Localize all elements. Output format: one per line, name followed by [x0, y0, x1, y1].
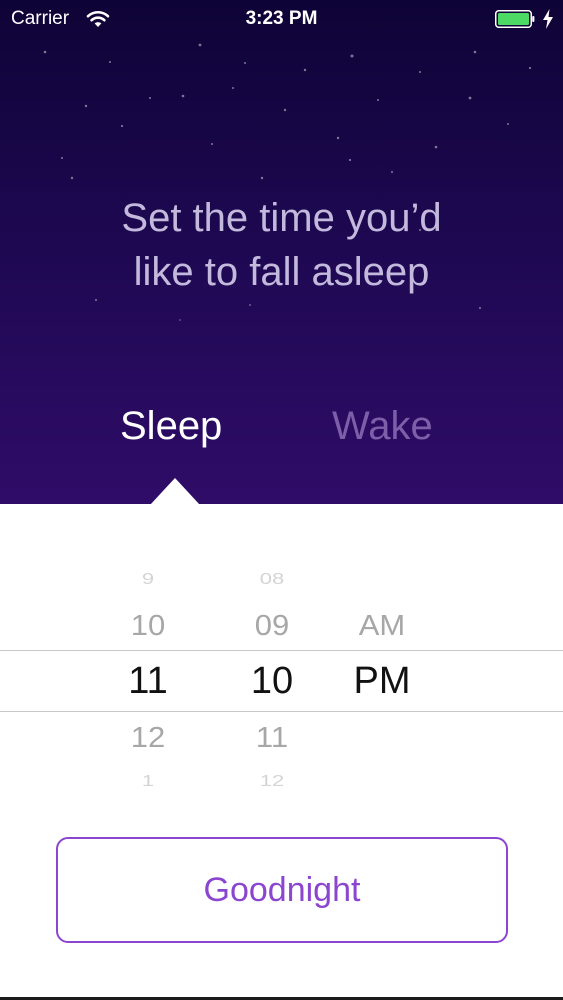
- sleep-timer-screen: Carrier 3:23 PM Set the time you’d like …: [0, 0, 563, 1000]
- ampm-option[interactable]: AM: [340, 609, 424, 642]
- status-bar: Carrier 3:23 PM: [0, 0, 563, 40]
- selection-line-top: [0, 650, 563, 651]
- title-line-2: like to fall asleep: [133, 250, 430, 294]
- charging-bolt-icon: [543, 9, 553, 29]
- minute-selected[interactable]: 10: [232, 660, 312, 703]
- goodnight-button[interactable]: Goodnight: [56, 837, 508, 943]
- clock: 3:23 PM: [245, 8, 318, 29]
- hour-option[interactable]: 10: [108, 609, 188, 642]
- title-line-1: Set the time you’d: [121, 196, 442, 240]
- battery-icon: [495, 10, 535, 28]
- hour-option[interactable]: 9: [108, 570, 188, 588]
- page-title: Set the time you’d like to fall asleep: [40, 191, 523, 299]
- minute-option[interactable]: 11: [232, 721, 312, 754]
- tab-sleep[interactable]: Sleep: [120, 404, 222, 449]
- minute-option[interactable]: 12: [232, 772, 312, 790]
- hour-selected[interactable]: 11: [108, 660, 188, 703]
- time-picker[interactable]: 9 10 11 12 1 08 09 10 11 12 AM PM: [0, 504, 563, 820]
- selection-line-bottom: [0, 711, 563, 712]
- active-tab-pointer: [150, 478, 200, 504]
- tab-wake[interactable]: Wake: [332, 404, 433, 449]
- hour-option[interactable]: 12: [108, 721, 188, 754]
- night-sky-panel: Carrier 3:23 PM Set the time you’d like …: [0, 0, 563, 504]
- minute-option[interactable]: 09: [232, 609, 312, 642]
- ampm-selected[interactable]: PM: [340, 660, 424, 703]
- hour-option[interactable]: 1: [108, 772, 188, 790]
- minute-option[interactable]: 08: [232, 570, 312, 588]
